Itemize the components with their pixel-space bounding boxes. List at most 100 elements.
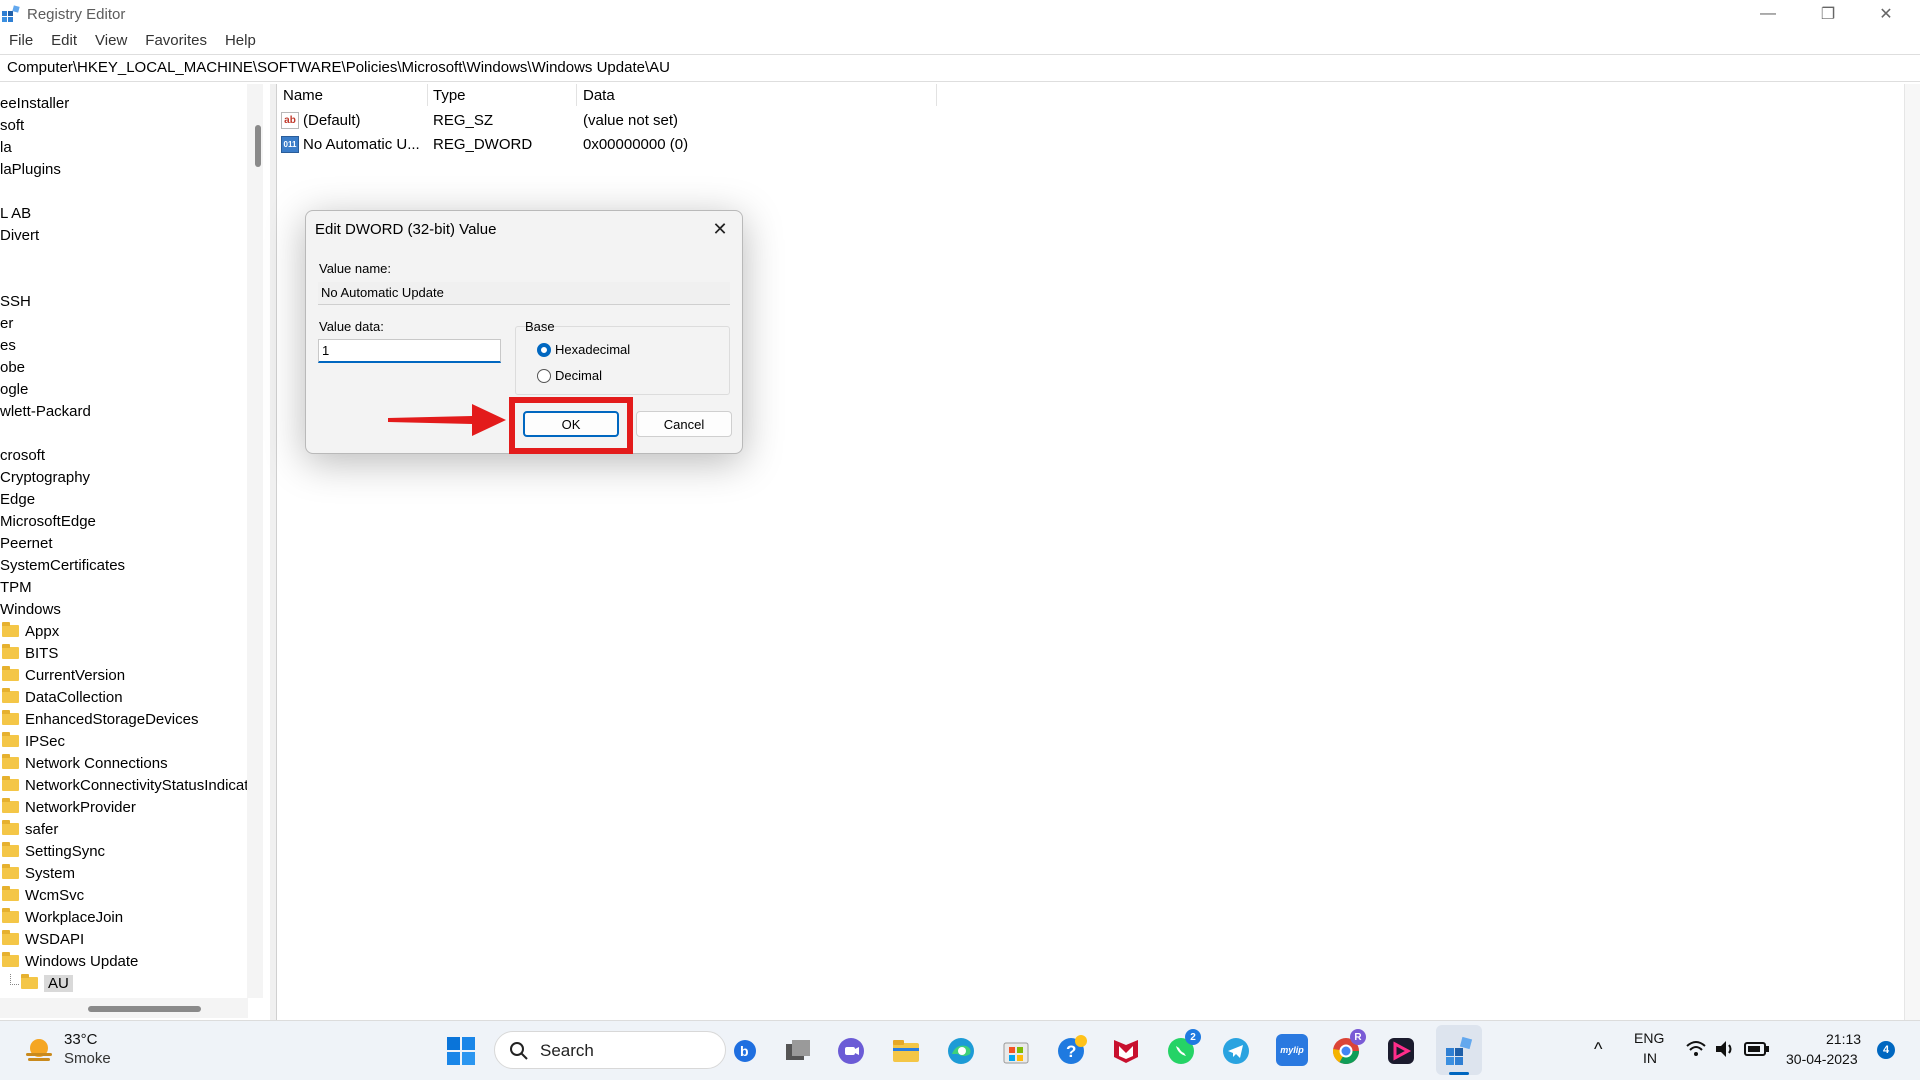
svg-text:?: ? <box>1066 1042 1076 1061</box>
screen-recorder-icon[interactable] <box>1386 1036 1416 1066</box>
input-language[interactable]: ENG <box>1634 1030 1664 1046</box>
clock-time[interactable]: 21:13 <box>1826 1031 1861 1047</box>
tree-folder-item[interactable]: WorkplaceJoin <box>2 906 123 928</box>
tree-item[interactable]: Peernet <box>0 532 53 554</box>
tree-item[interactable]: TPM <box>0 576 32 598</box>
tree-folder-item[interactable]: Network Connections <box>2 752 168 774</box>
tree-folder-item[interactable]: safer <box>2 818 58 840</box>
edge-browser-icon[interactable] <box>946 1036 976 1066</box>
taskbar-search-box[interactable]: Search b <box>494 1031 756 1069</box>
tree-item[interactable]: Windows <box>0 598 61 620</box>
menu-favorites[interactable]: Favorites <box>136 30 216 52</box>
column-header-type[interactable]: Type <box>433 84 466 106</box>
tree-folder-item[interactable]: WSDAPI <box>2 928 84 950</box>
tree-horizontal-scroll-thumb[interactable] <box>88 1006 201 1012</box>
notification-count-badge[interactable]: 4 <box>1877 1041 1895 1059</box>
column-header-name[interactable]: Name <box>283 84 323 106</box>
tree-item[interactable]: obe <box>0 356 25 378</box>
tree-item[interactable]: MicrosoftEdge <box>0 510 96 532</box>
registry-editor-taskbar-icon[interactable] <box>1443 1035 1475 1067</box>
tree-item[interactable]: er <box>0 312 13 334</box>
tree-folder-item[interactable]: IPSec <box>2 730 65 752</box>
column-separator[interactable] <box>427 84 428 106</box>
address-bar[interactable]: Computer\HKEY_LOCAL_MACHINE\SOFTWARE\Pol… <box>0 54 1920 82</box>
column-separator[interactable] <box>936 84 937 106</box>
tree-item[interactable]: laPlugins <box>0 158 61 180</box>
menu-help[interactable]: Help <box>216 30 265 52</box>
chrome-profile-badge: R <box>1350 1029 1366 1045</box>
menu-edit[interactable]: Edit <box>42 30 86 52</box>
tree-folder-item[interactable]: EnhancedStorageDevices <box>2 708 198 730</box>
value-data-input[interactable]: 1 <box>318 339 501 363</box>
dialog-close-button[interactable]: ✕ <box>708 217 732 241</box>
decimal-label[interactable]: Decimal <box>555 368 602 383</box>
menu-view[interactable]: View <box>86 30 136 52</box>
task-view-icon[interactable] <box>783 1036 813 1066</box>
column-separator[interactable] <box>576 84 577 106</box>
volume-icon[interactable] <box>1714 1038 1736 1060</box>
tree-folder-item[interactable]: DataCollection <box>2 686 123 708</box>
tree-vertical-scrollbar[interactable] <box>247 84 263 998</box>
wifi-icon[interactable] <box>1685 1038 1707 1060</box>
tree-folder-item[interactable]: NetworkProvider <box>2 796 136 818</box>
weather-temperature[interactable]: 33°C <box>64 1031 98 1048</box>
tree-item[interactable]: crosoft <box>0 444 45 466</box>
tree-folder-item[interactable]: WcmSvc <box>2 884 84 906</box>
tree-item[interactable]: SystemCertificates <box>0 554 125 576</box>
tree-item[interactable]: L AB <box>0 202 31 224</box>
mcafee-icon[interactable] <box>1111 1036 1141 1066</box>
bing-icon[interactable]: b <box>733 1039 757 1063</box>
input-region[interactable]: IN <box>1643 1050 1657 1066</box>
tree-folder-item[interactable]: Appx <box>2 620 59 642</box>
pane-splitter[interactable] <box>270 84 277 1020</box>
decimal-radio[interactable] <box>537 369 551 383</box>
telegram-icon[interactable] <box>1221 1036 1251 1066</box>
tree-folder-item[interactable]: SettingSync <box>2 840 105 862</box>
tree-folder-item[interactable]: Windows Update <box>2 950 138 972</box>
tree-item[interactable]: es <box>0 334 16 356</box>
tree-folder-item[interactable]: NetworkConnectivityStatusIndicat <box>2 774 248 796</box>
battery-icon[interactable] <box>1744 1040 1770 1058</box>
get-help-icon[interactable]: ? <box>1056 1034 1088 1066</box>
tree-item[interactable]: ogle <box>0 378 28 400</box>
weather-description[interactable]: Smoke <box>64 1050 111 1067</box>
tree-item[interactable]: soft <box>0 114 24 136</box>
tree-item-selected-au[interactable]: AU <box>10 972 73 994</box>
tree-item[interactable]: Cryptography <box>0 466 90 488</box>
tree-vertical-scroll-thumb[interactable] <box>255 125 261 167</box>
show-hidden-icons-chevron[interactable]: ^ <box>1594 1039 1602 1060</box>
clock-date[interactable]: 30-04-2023 <box>1786 1051 1858 1067</box>
column-header-data[interactable]: Data <box>583 84 615 106</box>
tree-item[interactable]: la <box>0 136 12 158</box>
tree-item[interactable]: Divert <box>0 224 39 246</box>
close-button[interactable]: ✕ <box>1858 0 1914 28</box>
teams-chat-icon[interactable] <box>836 1036 866 1066</box>
folder-icon <box>2 798 19 813</box>
mylip-app-icon[interactable]: mylip <box>1276 1034 1308 1066</box>
value-row[interactable]: 011 No Automatic U... <box>281 133 420 155</box>
tree-item[interactable]: Edge <box>0 488 35 510</box>
tree-folder-item[interactable]: BITS <box>2 642 58 664</box>
list-vertical-scrollbar[interactable] <box>1904 84 1920 1020</box>
registry-tree[interactable]: eeInstaller soft la laPlugins L AB Divert SSH e… <box>0 84 271 1020</box>
tree-item[interactable]: wlett-Packard <box>0 400 91 422</box>
tree-folder-item[interactable]: System <box>2 862 75 884</box>
tree-item[interactable]: SSH <box>0 290 31 312</box>
microsoft-store-icon[interactable] <box>1001 1036 1031 1066</box>
string-value-icon: ab <box>281 111 299 129</box>
menu-file[interactable]: File <box>0 30 42 52</box>
hexadecimal-label[interactable]: Hexadecimal <box>555 342 630 357</box>
weather-sun-icon[interactable] <box>22 1033 56 1067</box>
folder-icon <box>2 842 19 857</box>
cancel-button[interactable]: Cancel <box>636 411 732 437</box>
tree-folder-item[interactable]: CurrentVersion <box>2 664 125 686</box>
file-explorer-icon[interactable] <box>891 1036 921 1066</box>
value-row[interactable]: ab (Default) <box>281 109 361 131</box>
start-windows-icon[interactable] <box>446 1036 476 1066</box>
restore-button[interactable]: ❐ <box>1800 0 1856 28</box>
tree-item[interactable]: eeInstaller <box>0 92 69 114</box>
minimize-button[interactable]: — <box>1740 0 1796 28</box>
svg-text:b: b <box>740 1043 749 1059</box>
hexadecimal-radio[interactable] <box>537 343 551 357</box>
tree-connector-line <box>10 973 19 985</box>
